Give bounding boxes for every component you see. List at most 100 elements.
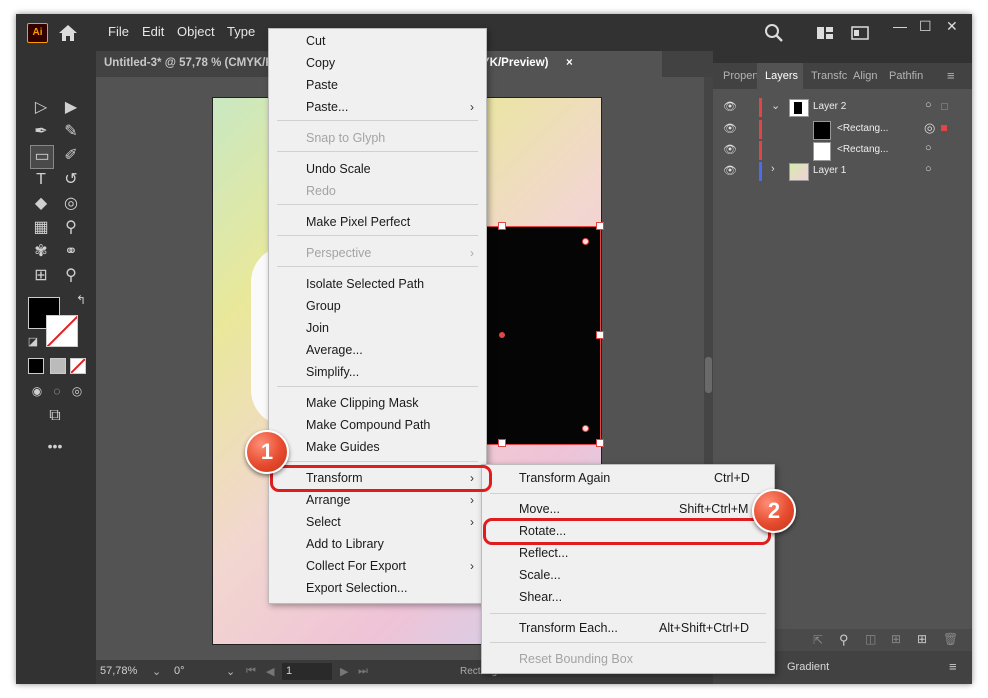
doc-tab-active[interactable]: YK/Preview) ×: [482, 51, 662, 77]
rotation-field[interactable]: 0°: [174, 665, 185, 677]
search-icon[interactable]: [764, 23, 784, 43]
home-icon[interactable]: [58, 23, 78, 43]
selection-handle[interactable]: [596, 222, 604, 230]
object-name[interactable]: <Rectang...: [837, 123, 888, 134]
new-sublayer-icon[interactable]: ⊞: [891, 632, 901, 646]
blend-tool-icon[interactable]: ⚭: [60, 241, 82, 263]
menu-average[interactable]: Average...: [269, 339, 486, 361]
first-artboard-icon[interactable]: ⏮: [246, 665, 256, 678]
eye-icon[interactable]: 👁: [723, 164, 737, 177]
eye-icon[interactable]: 👁: [723, 122, 737, 135]
corner-widget[interactable]: [582, 238, 589, 245]
selection-handle[interactable]: [498, 439, 506, 447]
stroke-color-swatch[interactable]: [46, 315, 78, 347]
clipping-mask-icon[interactable]: ◫: [865, 632, 876, 646]
selection-handle[interactable]: [596, 331, 604, 339]
maximize-button[interactable]: ☐: [919, 18, 932, 35]
menu-isolate-selected-path[interactable]: Isolate Selected Path: [269, 273, 486, 295]
delete-icon[interactable]: 🗑: [943, 632, 958, 646]
scroll-thumb[interactable]: [705, 357, 712, 393]
menu-shear[interactable]: Shear...: [482, 586, 774, 608]
menu-transform-again[interactable]: Transform Again Ctrl+D: [482, 467, 774, 489]
gradient-label[interactable]: Gradient: [787, 661, 829, 673]
draw-behind-icon[interactable]: ◌: [46, 380, 68, 402]
collapse-arrow-icon[interactable]: ⌄: [771, 99, 780, 112]
doc-tab-title[interactable]: Untitled-3* @ 57,78 % (CMYK/P: [104, 57, 273, 69]
selection-handle[interactable]: [596, 439, 604, 447]
menu-group[interactable]: Group: [269, 295, 486, 317]
menu-object[interactable]: Object: [177, 24, 215, 39]
last-artboard-icon[interactable]: ⏭: [358, 665, 368, 678]
more-tools-icon[interactable]: •••: [44, 435, 66, 457]
target-icon[interactable]: ◎: [924, 120, 935, 136]
tab-transform[interactable]: Transfc: [811, 70, 847, 82]
none-mode-icon[interactable]: [70, 358, 86, 374]
tab-align[interactable]: Align: [853, 70, 877, 82]
screen-mode-icon[interactable]: ⧉: [44, 405, 66, 427]
menu-make-pixel-perfect[interactable]: Make Pixel Perfect: [269, 211, 486, 233]
artboard-tool-icon[interactable]: ⊞: [30, 265, 52, 287]
menu-export-selection[interactable]: Export Selection...: [269, 577, 486, 599]
eye-icon[interactable]: 👁: [723, 100, 737, 113]
locate-object-icon[interactable]: ⚲: [839, 632, 849, 648]
rectangle-tool-icon[interactable]: ▭: [30, 145, 54, 169]
paintbrush-tool-icon[interactable]: ✐: [60, 145, 82, 167]
menu-make-guides[interactable]: Make Guides: [269, 436, 486, 458]
tab-layers[interactable]: Layers: [765, 70, 798, 82]
next-artboard-icon[interactable]: ▶: [340, 665, 348, 678]
draw-inside-icon[interactable]: ◎: [66, 380, 88, 402]
menu-move[interactable]: Move... Shift+Ctrl+M: [482, 498, 774, 520]
shape-builder-tool-icon[interactable]: ◎: [60, 193, 82, 215]
color-mode-icon[interactable]: [28, 358, 44, 374]
previous-artboard-icon[interactable]: ◀: [266, 665, 274, 678]
rotate-tool-icon[interactable]: ↺: [60, 169, 82, 191]
layer-row[interactable]: 👁 <Rectang... ○: [713, 140, 972, 161]
mesh-tool-icon[interactable]: ▦: [30, 217, 52, 239]
menu-cut[interactable]: Cut: [269, 30, 486, 52]
export-icon[interactable]: ⇱: [813, 633, 823, 647]
menu-arrange[interactable]: Arrange ›: [269, 489, 486, 511]
gradient-mode-icon[interactable]: [50, 358, 66, 374]
menu-type[interactable]: Type: [227, 24, 255, 39]
menu-scale[interactable]: Scale...: [482, 564, 774, 586]
zoom-tool-icon[interactable]: ⚲: [60, 265, 82, 287]
close-tab-icon[interactable]: ×: [566, 57, 573, 69]
menu-select[interactable]: Select ›: [269, 511, 486, 533]
menu-reflect[interactable]: Reflect...: [482, 542, 774, 564]
panel-menu-icon[interactable]: ≡: [949, 659, 957, 674]
menu-make-clipping-mask[interactable]: Make Clipping Mask: [269, 392, 486, 414]
pen-tool-icon[interactable]: ✒: [30, 121, 52, 143]
draw-normal-icon[interactable]: ◉: [26, 380, 48, 402]
default-colors-icon[interactable]: ◪: [22, 331, 44, 353]
menu-paste-submenu[interactable]: Paste... ›: [269, 96, 486, 118]
zoom-level[interactable]: 57,78%: [100, 665, 137, 677]
layer-name[interactable]: Layer 2: [813, 101, 846, 112]
symbol-sprayer-tool-icon[interactable]: ✾: [30, 241, 52, 263]
menu-simplify[interactable]: Simplify...: [269, 361, 486, 383]
menu-paste[interactable]: Paste: [269, 74, 486, 96]
artboard-number[interactable]: 1: [286, 665, 292, 677]
target-icon[interactable]: ○: [925, 142, 932, 154]
menu-edit[interactable]: Edit: [142, 24, 164, 39]
layer-row[interactable]: 👁 ⌄ Layer 2 ○: [713, 97, 972, 118]
layer-row[interactable]: 👁 › Layer 1 ○: [713, 161, 972, 182]
target-icon[interactable]: ○: [925, 163, 932, 175]
panel-menu-icon[interactable]: ≡: [947, 68, 955, 83]
tab-pathfinder[interactable]: Pathfin: [889, 70, 923, 82]
menu-make-compound-path[interactable]: Make Compound Path: [269, 414, 486, 436]
workspace-icon[interactable]: [816, 25, 834, 41]
menu-add-to-library[interactable]: Add to Library: [269, 533, 486, 555]
selection-tool-icon[interactable]: ▷: [30, 97, 52, 119]
selection-handle[interactable]: [498, 222, 506, 230]
expand-arrow-icon[interactable]: ›: [771, 163, 775, 175]
zoom-dropdown-icon[interactable]: ⌄: [152, 665, 161, 678]
menu-copy[interactable]: Copy: [269, 52, 486, 74]
arrange-documents-icon[interactable]: [851, 25, 869, 41]
curvature-tool-icon[interactable]: ✎: [60, 121, 82, 143]
target-icon[interactable]: ○: [925, 99, 932, 111]
corner-widget[interactable]: [582, 425, 589, 432]
new-layer-icon[interactable]: ⊞: [917, 632, 927, 646]
menu-collect-for-export[interactable]: Collect For Export ›: [269, 555, 486, 577]
tab-properties[interactable]: Propert: [723, 70, 759, 82]
close-window-button[interactable]: ✕: [946, 18, 958, 35]
